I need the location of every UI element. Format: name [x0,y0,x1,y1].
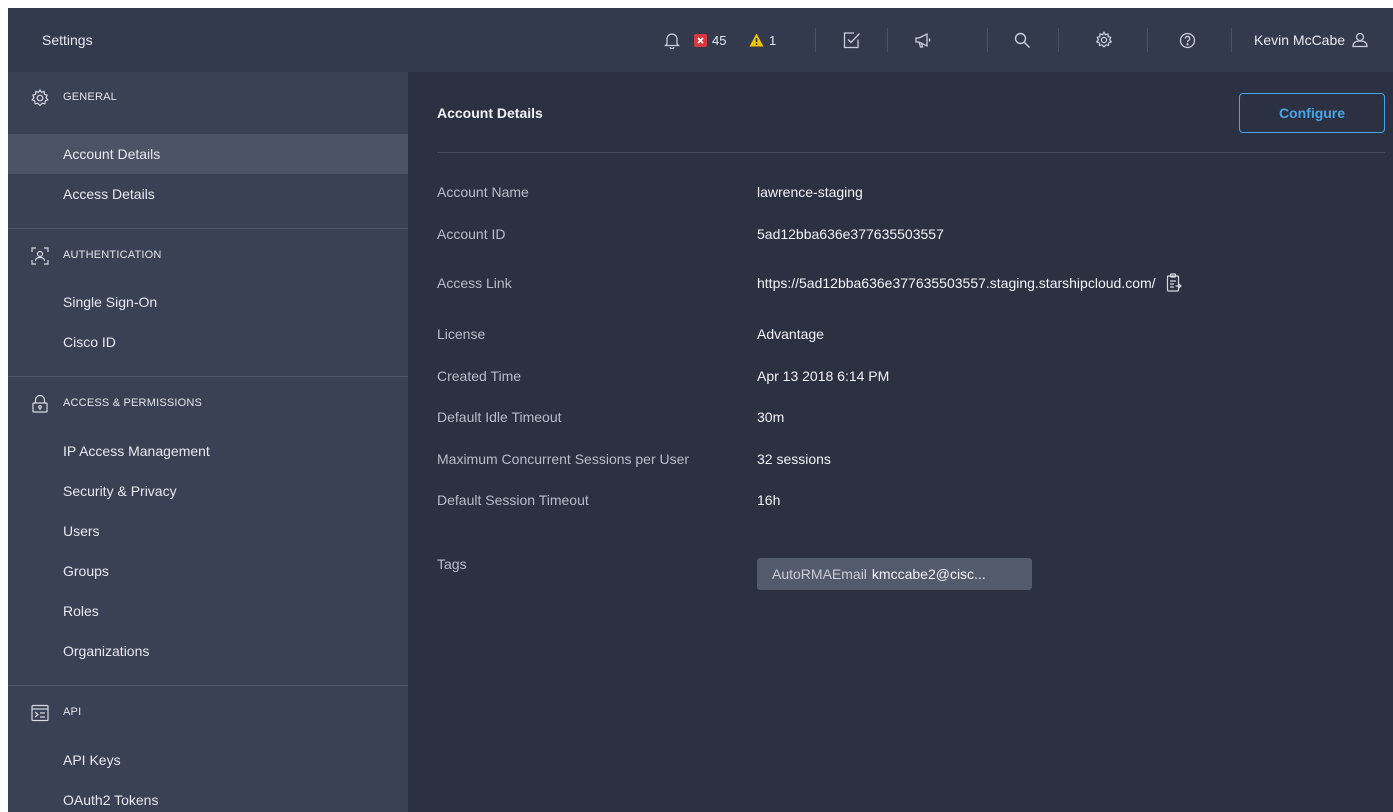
error-icon [694,33,707,47]
search-icon[interactable] [1014,8,1031,72]
user-menu[interactable]: Kevin McCabe [1254,8,1369,72]
section-general: GENERAL [8,86,408,110]
app-title: Settings [42,32,93,48]
sidebar-divider [8,685,408,686]
error-count-value: 45 [712,32,727,48]
sidebar-item-ip-access-management[interactable]: IP Access Management [8,431,408,471]
checklist-icon[interactable] [843,8,861,72]
created-time-value: Apr 13 2018 6:14 PM [757,368,890,384]
sidebar-item-single-sign-on[interactable]: Single Sign-On [8,282,408,322]
settings-app: Settings 45 1 Kevin McCabe GENERAL Accou… [8,8,1393,812]
divider [987,28,988,52]
user-scan-icon [30,246,50,266]
section-title: GENERAL [63,91,117,103]
divider [815,28,816,52]
section-access-permissions: ACCESS & PERMISSIONS [8,392,408,416]
created-time-label: Created Time [437,368,522,384]
access-link-label: Access Link [437,275,512,291]
section-title: API [63,706,82,718]
help-icon[interactable] [1179,8,1196,72]
gear-icon[interactable] [1095,8,1113,72]
tag-key: AutoRMAEmail [772,566,867,582]
divider [1147,28,1148,52]
sidebar-item-account-details[interactable]: Account Details [8,134,408,174]
sidebar-item-roles[interactable]: Roles [8,591,408,631]
sidebar-item-api-keys[interactable]: API Keys [8,740,408,780]
account-name-label: Account Name [437,184,529,200]
tags-label: Tags [437,556,467,572]
warning-count-value: 1 [769,32,777,48]
license-value: Advantage [757,326,824,342]
divider [887,28,888,52]
copy-icon[interactable] [1166,273,1182,293]
error-count[interactable]: 45 [694,8,736,72]
divider [1058,28,1059,52]
main-content: Account Details Configure Account Name l… [408,72,1393,812]
megaphone-icon[interactable] [914,8,932,72]
lock-icon [30,394,50,414]
sidebar-divider [8,228,408,229]
sidebar: GENERAL Account Details Access Details A… [8,72,408,812]
idle-timeout-label: Default Idle Timeout [437,409,562,425]
sidebar-item-groups[interactable]: Groups [8,551,408,591]
top-bar: Settings 45 1 Kevin McCabe [8,8,1393,72]
access-link-row: https://5ad12bba636e377635503557.staging… [757,273,1182,293]
tag-value: kmccabe2@cisc... [871,566,986,582]
account-id-label: Account ID [437,226,506,242]
sidebar-item-access-details[interactable]: Access Details [8,174,408,214]
sidebar-item-security-privacy[interactable]: Security & Privacy [8,471,408,511]
sidebar-item-users[interactable]: Users [8,511,408,551]
sidebar-item-cisco-id[interactable]: Cisco ID [8,322,408,362]
account-name-value: lawrence-staging [757,184,863,200]
warning-count[interactable]: 1 [749,8,786,72]
section-api: API [8,701,408,725]
section-title: AUTHENTICATION [63,249,162,261]
sidebar-divider [8,376,408,377]
page-title: Account Details [437,105,543,121]
sidebar-item-organizations[interactable]: Organizations [8,631,408,671]
sidebar-item-oauth2-tokens[interactable]: OAuth2 Tokens [8,780,408,812]
idle-timeout-value: 30m [757,409,785,425]
gear-icon [30,88,50,108]
tag-chip[interactable]: AutoRMAEmail kmccabe2@cisc... [757,558,1032,590]
warning-icon [749,33,764,47]
session-timeout-value: 16h [757,492,781,508]
configure-button[interactable]: Configure [1239,93,1385,133]
divider [1231,28,1232,52]
access-link-value[interactable]: https://5ad12bba636e377635503557.staging… [757,275,1156,291]
license-label: License [437,326,486,342]
session-timeout-label: Default Session Timeout [437,492,589,508]
account-id-value: 5ad12bba636e377635503557 [757,226,944,242]
user-name: Kevin McCabe [1254,32,1346,48]
terminal-icon [30,703,50,723]
max-sessions-value: 32 sessions [757,451,831,467]
section-authentication: AUTHENTICATION [8,244,408,268]
bell-icon[interactable] [664,8,680,72]
max-sessions-label: Maximum Concurrent Sessions per User [437,451,690,467]
section-title: ACCESS & PERMISSIONS [63,397,203,409]
user-icon [1351,31,1369,49]
header-divider [437,152,1385,153]
